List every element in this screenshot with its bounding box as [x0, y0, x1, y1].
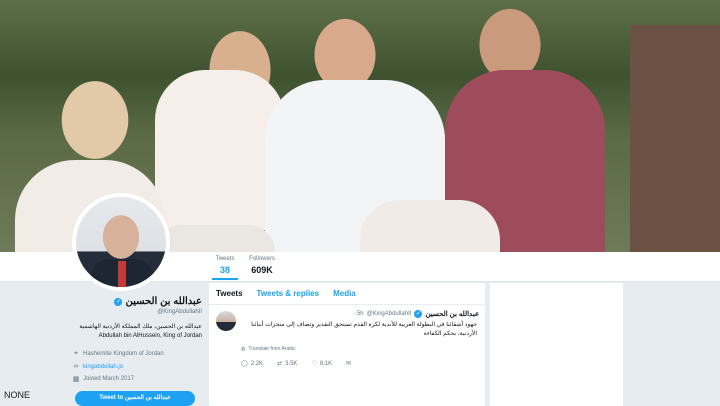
link-icon: ∞ [73, 363, 79, 370]
profile-location: ⌖ Hashemite Kingdom of Jordan [72, 350, 202, 358]
tweet-header: · 5h @KingAbdullahII ✓ عبدالله بن الحسين [241, 310, 479, 318]
reply-action[interactable]: ◯ 2.2K [241, 360, 264, 368]
calendar-icon: ▦ [72, 376, 80, 383]
avatar-tie [118, 261, 126, 287]
location-pin-icon: ⌖ [74, 350, 78, 357]
timeline-tabs: Tweets Tweets & replies Media [209, 283, 485, 305]
stat-label: Tweets [215, 256, 235, 262]
profile-name-row: ✓ عبدالله بن الحسين [72, 296, 202, 307]
envelope-icon: ✉ [346, 361, 352, 367]
reply-icon: ◯ [241, 361, 248, 367]
tweet-to-button[interactable]: Tweet to عبدالله بن الحسين [75, 391, 195, 406]
right-sidebar-panel [490, 283, 623, 406]
like-count: 8.1K [319, 360, 333, 367]
like-action[interactable]: ♡ 8.1K [311, 360, 333, 368]
watermark: NONE [4, 390, 31, 400]
globe-icon: ◍ [241, 346, 246, 352]
verified-badge-icon: ✓ [414, 310, 423, 318]
reply-count: 2.2K [250, 360, 264, 367]
retweet-count: 3.5K [285, 360, 298, 367]
stat-label: Followers [249, 256, 275, 262]
chevron-down-icon[interactable]: ⌄ [475, 309, 480, 316]
bio-english: Abdullah bin AlHussein, King of Jordan [98, 333, 202, 339]
tweet-actions: ◯ 2.2K ⇄ 3.5K ♡ 8.1K ✉ [241, 360, 479, 368]
location-text: Hashemite Kingdom of Jordan [83, 351, 164, 357]
photo-background-wall [630, 25, 720, 252]
tweet-handle[interactable]: @KingAbdullahII [367, 311, 412, 317]
tweet-text: جهود أشقائنا في البطولة العربية للأندية … [251, 322, 477, 337]
tweet[interactable]: ⌄ · 5h @KingAbdullahII ✓ عبدالله بن الحس… [209, 305, 485, 406]
screenshot-root: Tweets 38 Followers 609K ✓ عبدالله بن ال… [0, 0, 720, 406]
tab-tweets-replies[interactable]: Tweets & replies [257, 289, 320, 304]
followers-stat[interactable]: Followers 609K [246, 256, 278, 275]
joined-text: Joined March 2017 [83, 376, 135, 382]
retweet-icon: ⇄ [277, 361, 283, 367]
profile-handle[interactable]: @KingAbdullahII [72, 309, 202, 315]
profile-joined: ▦ Joined March 2017 [72, 375, 202, 383]
tweet-author-name[interactable]: عبدالله بن الحسين [425, 310, 479, 318]
profile-bio: عبدالله بن الحسين، ملك المملكة الأردنية … [72, 323, 202, 341]
profile-card: ✓ عبدالله بن الحسين @KingAbdullahII عبدا… [72, 296, 202, 383]
photo-figure [155, 225, 275, 252]
tweet-time[interactable]: · 5h [353, 311, 363, 317]
translate-text: Translate from Arabic [248, 346, 296, 352]
profile-name[interactable]: عبدالله بن الحسين [125, 296, 202, 307]
tweets-stat[interactable]: Tweets 38 [212, 256, 238, 280]
retweet-action[interactable]: ⇄ 3.5K [277, 360, 298, 368]
heart-icon: ♡ [311, 361, 317, 367]
stat-value: 38 [219, 265, 230, 275]
translate-link[interactable]: ◍ Translate from Arabic [241, 346, 479, 352]
profile-avatar[interactable] [72, 193, 170, 291]
photo-figure [360, 200, 500, 252]
tweet-avatar[interactable] [216, 311, 236, 331]
bio-arabic: عبدالله بن الحسين، ملك المملكة الأردنية … [79, 324, 202, 330]
verified-badge-icon: ✓ [114, 297, 123, 306]
profile-website: ∞ kingabdullah.jo [72, 363, 202, 370]
timeline: Tweets Tweets & replies Media ⌄ · 5h @Ki… [209, 283, 485, 406]
stat-value: 609K [251, 265, 273, 275]
tab-tweets[interactable]: Tweets [216, 289, 243, 304]
website-link[interactable]: kingabdullah.jo [83, 364, 123, 370]
tab-media[interactable]: Media [333, 289, 356, 304]
message-action[interactable]: ✉ [346, 360, 351, 367]
